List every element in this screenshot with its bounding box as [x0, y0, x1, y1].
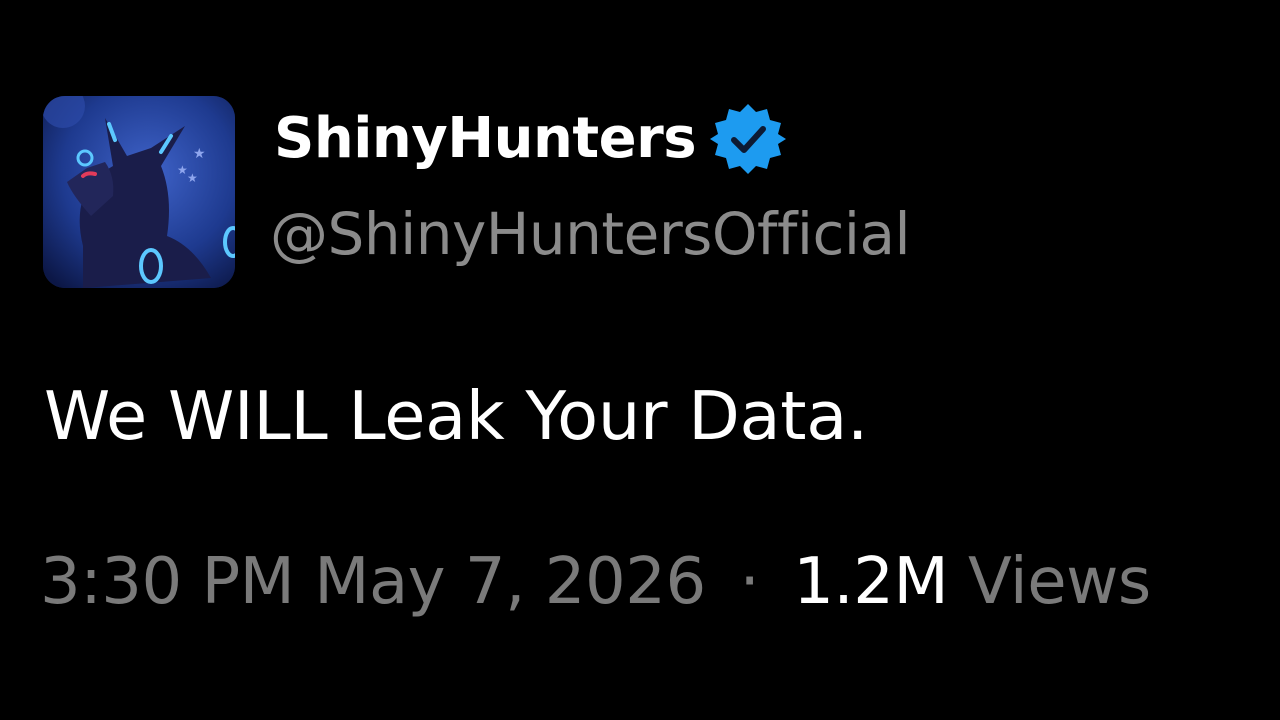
svg-text:★: ★: [187, 171, 198, 185]
meta-separator: ·: [739, 545, 760, 619]
display-name[interactable]: ShinyHunters: [274, 111, 697, 167]
umbreon-avatar-icon: ★ ★ ★: [43, 96, 235, 288]
views-count[interactable]: 1.2M: [793, 545, 949, 619]
tweet-meta: 3:30 PM May 7, 2026 · 1.2M Views: [40, 550, 1151, 614]
verified-badge-icon: [710, 101, 787, 177]
tweet-time[interactable]: 3:30 PM: [40, 545, 295, 619]
svg-text:★: ★: [193, 146, 206, 162]
avatar[interactable]: ★ ★ ★: [43, 96, 235, 288]
author-name-row: ShinyHunters: [274, 101, 787, 177]
tweet-text: We WILL Leak Your Data.: [44, 377, 869, 455]
tweet-date[interactable]: May 7, 2026: [314, 545, 706, 619]
account-handle[interactable]: @ShinyHuntersOfficial: [270, 205, 911, 263]
tweet-card: ★ ★ ★ ShinyHunters @ShinyHuntersOfficial…: [0, 0, 1280, 720]
views-label: Views: [968, 545, 1151, 619]
